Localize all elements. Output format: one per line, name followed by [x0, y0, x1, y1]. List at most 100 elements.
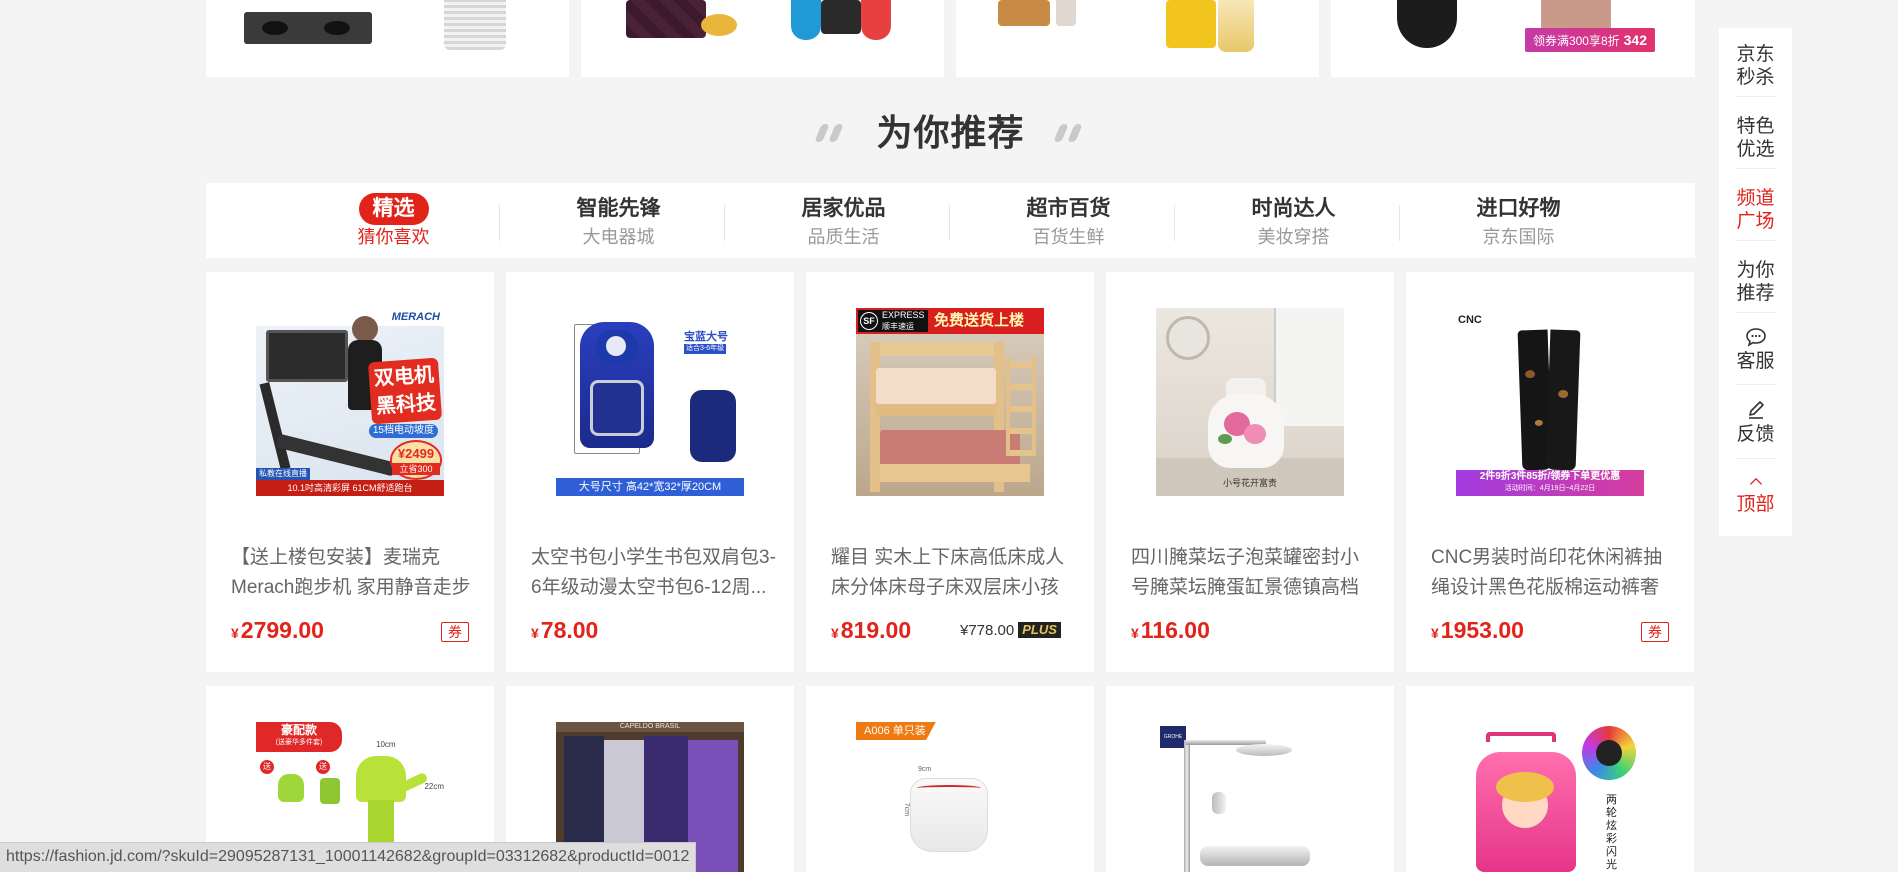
tab-divider [499, 205, 500, 241]
product-card[interactable]: 两轮炫彩闪光 [1406, 686, 1694, 872]
sidenav-divider [1735, 312, 1776, 313]
trolley-bag-body [1476, 752, 1576, 872]
tab-divider [949, 205, 950, 241]
sidenav-label: 反馈 [1736, 424, 1775, 445]
sidenav-featured[interactable]: 特色优选 [1719, 115, 1792, 161]
image-dims-text: 大号尺寸 高42*宽32*厚20CM [556, 478, 744, 496]
gas-stove-image [244, 12, 372, 44]
top-promo-card[interactable] [206, 0, 569, 77]
product-price: ¥819.00 [831, 617, 912, 643]
tab-divider [1399, 205, 1400, 241]
left-quote-decoration [814, 121, 846, 145]
product-image-kids-trolley-bag: 两轮炫彩闪光 [1456, 722, 1644, 872]
tab-divider [1174, 205, 1175, 241]
image-caption: 小号花开富贵 [1222, 478, 1277, 488]
tab-fashion[interactable]: 时尚达人 美妆穿搭 [1181, 183, 1406, 258]
smartwatch-image [1397, 0, 1457, 48]
product-name[interactable]: CNC男装时尚印花休闲裤抽绳设计黑色花版棉运动裤奢侈... [1431, 543, 1677, 603]
image-brand-text: CNC [1458, 314, 1482, 326]
product-image-shower: GROHE [1156, 722, 1344, 872]
product-name[interactable]: 耀目 实木上下床高低床成人床分体床母子床双层床小孩床... [831, 543, 1077, 603]
product-image-bunk-bed: SF EXPRESS 顺丰速运 免费送货上楼 [856, 308, 1044, 496]
liquor-cup-image [1056, 0, 1076, 26]
tab-divider [724, 205, 725, 241]
category-tab-bar: 精选 猜你喜欢 智能先锋 大电器城 居家优品 品质生活 超市百货 百货生鲜 时尚… [206, 183, 1695, 258]
phone-case-image [626, 0, 706, 38]
image-tag: A006 单只装 [856, 722, 936, 740]
top-promo-card[interactable] [956, 0, 1319, 77]
sidenav-seckill[interactable]: 京东秒杀 [1719, 43, 1792, 89]
product-price: ¥78.00 [531, 617, 599, 643]
tab-title: 居家优品 [801, 197, 886, 220]
product-card[interactable]: A006 单只装 9cm 7cm [806, 686, 1094, 872]
tab-title: 超市百货 [1026, 197, 1111, 220]
sidenav-divider [1735, 96, 1776, 97]
gold-coins-image [701, 14, 737, 36]
jar-body [1208, 394, 1284, 468]
product-name[interactable]: 【送上楼包安装】麦瑞克Merach跑步机 家用静音走步折叠... [231, 543, 477, 603]
top-promo-strip: 领券满300享8折 342 [206, 0, 1695, 77]
sidenav-divider [1735, 240, 1776, 241]
product-price: ¥1953.00 [1431, 617, 1524, 643]
sidenav-recommend[interactable]: 为你推荐 [1719, 259, 1792, 305]
sidenav-channel-square[interactable]: 频道广场 [1719, 187, 1792, 233]
product-image-treadmill: MERACH 双电机 黑科技 15档电动坡度 ¥2499 立省300 私教在线直播… [256, 308, 444, 496]
promo-tag-price: 342 [1623, 32, 1647, 48]
image-tag: 豪配款 (送豪华多件套) [256, 722, 342, 752]
sidenav-customer-service[interactable]: 客服 [1719, 327, 1792, 373]
flash-wheel-image [1582, 726, 1636, 780]
backpack-back-image [690, 390, 736, 462]
product-name[interactable]: 太空书包小学生书包双肩包3-6年级动漫太空书包6-12周... [531, 543, 777, 603]
coupon-badge: 券 [1641, 622, 1669, 642]
image-grade-text: 适合3-6年级 [684, 344, 727, 354]
tab-subtitle: 京东国际 [1482, 227, 1555, 247]
tab-jingxuan[interactable]: 精选 猜你喜欢 [281, 183, 506, 258]
switch-joycon-red-image [861, 0, 891, 40]
sidenav-feedback[interactable]: 反馈 [1719, 400, 1792, 446]
image-price-badge: ¥2499 立省300 [390, 440, 442, 480]
promo-price-tag: 领券满300享8折 342 [1524, 28, 1655, 52]
image-screen-text: 10.1吋高清彩屏 61CM舒适跑台 [256, 480, 444, 496]
product-card[interactable]: 宝蓝大号 适合3-6年级 大号尺寸 高42*宽32*厚20CM 太空书包小学生书… [506, 272, 794, 672]
backpack-front-image [580, 322, 654, 448]
tab-supermarket[interactable]: 超市百货 百货生鲜 [956, 183, 1181, 258]
product-name[interactable]: 四川腌菜坛子泡菜罐密封小号腌菜坛腌蛋缸景德镇高档陶... [1131, 543, 1377, 603]
right-quote-decoration [1053, 121, 1085, 145]
image-brand-text: MERACH [391, 311, 440, 323]
product-price: ¥116.00 [1131, 617, 1210, 643]
sidenav-divider [1735, 168, 1776, 169]
recommend-section-header: 为你推荐 [206, 108, 1695, 158]
product-image-backpack: 宝蓝大号 适合3-6年级 大号尺寸 高42*宽32*厚20CM [556, 308, 744, 496]
tab-subtitle: 猜你喜欢 [357, 227, 430, 247]
product-card[interactable]: SF EXPRESS 顺丰速运 免费送货上楼 耀目 实木上下床高低床成人床分体床母… [806, 272, 1094, 672]
image-brand-text: CAPELDO BRASIL [556, 722, 744, 732]
tab-import[interactable]: 进口好物 京东国际 [1406, 183, 1631, 258]
tab-subtitle: 百货生鲜 [1032, 227, 1105, 247]
chopper-body [910, 778, 988, 852]
switch-joycon-blue-image [791, 0, 821, 40]
product-card[interactable]: CNC 2件9折3件85折/领券下单更优惠 活动时间：4月19日~4月22日 C… [1406, 272, 1694, 672]
product-image-pickle-jar: 小号花开富贵 [1156, 308, 1344, 496]
plus-member-price: ¥778.00 PLUS [960, 620, 1061, 642]
image-brand-text: GROHE [1160, 726, 1186, 748]
promo-tag-text: 领券满300享8折 [1532, 34, 1620, 48]
product-image-chopper: A006 单只装 9cm 7cm [856, 722, 1044, 872]
image-delivery-banner: SF EXPRESS 顺丰速运 免费送货上楼 [856, 308, 1044, 334]
top-promo-card[interactable]: 领券满300享8折 342 [1331, 0, 1695, 77]
plus-badge: PLUS [1018, 622, 1061, 638]
liquor-yellow-box-image [1166, 0, 1216, 48]
tab-title: 时尚达人 [1251, 197, 1336, 220]
product-card[interactable]: GROHE [1106, 686, 1394, 872]
pants-right-leg [1545, 329, 1581, 471]
product-card[interactable]: MERACH 双电机 黑科技 15档电动坡度 ¥2499 立省300 私教在线直播… [206, 272, 494, 672]
treadmill-screen [266, 330, 348, 382]
liquor-box-image [998, 0, 1050, 26]
sidenav-label: 顶部 [1736, 494, 1775, 515]
product-card[interactable]: 小号花开富贵 四川腌菜坛子泡菜罐密封小号腌菜坛腌蛋缸景德镇高档陶... ¥116… [1106, 272, 1394, 672]
tab-smart[interactable]: 智能先锋 大电器城 [506, 183, 731, 258]
section-title: 为你推荐 [876, 112, 1025, 153]
top-promo-card[interactable] [581, 0, 944, 77]
tab-home[interactable]: 居家优品 品质生活 [731, 183, 956, 258]
tab-subtitle: 品质生活 [807, 227, 880, 247]
sidenav-back-to-top[interactable]: 顶部 [1719, 476, 1792, 516]
